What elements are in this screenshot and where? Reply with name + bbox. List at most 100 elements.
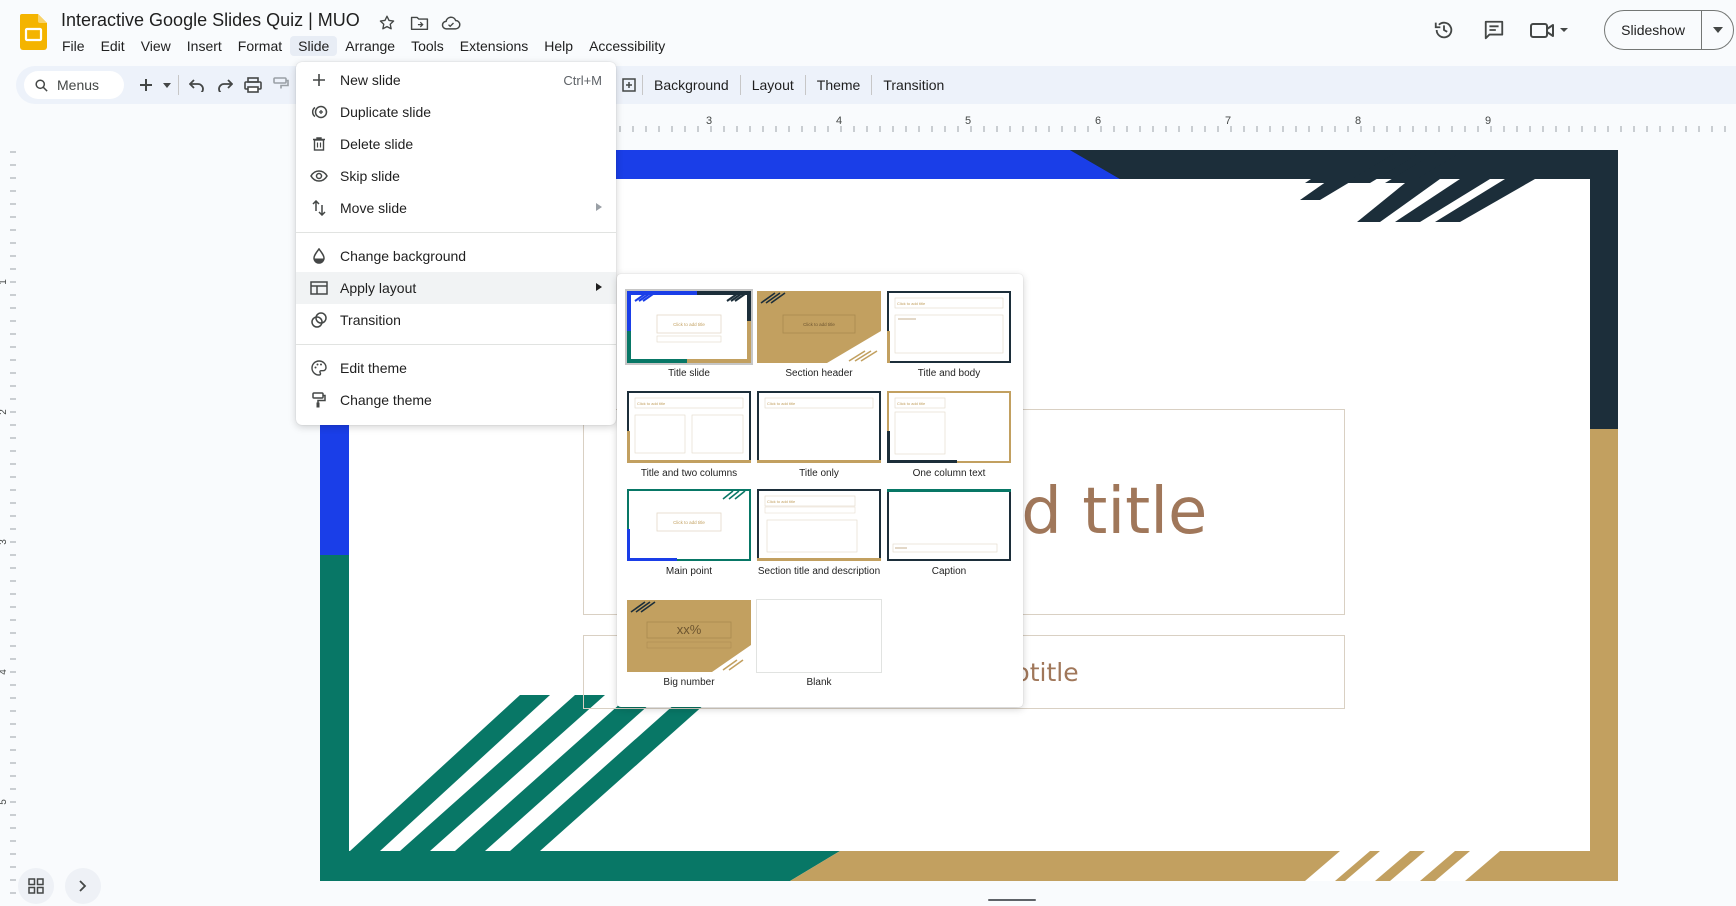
transition-icon (308, 309, 330, 331)
layout-label: Section header (785, 368, 853, 379)
meet-video-icon[interactable] (1524, 10, 1576, 50)
menu-item-change-background[interactable]: Change background (296, 240, 616, 272)
ruler-label: 1 (0, 279, 9, 285)
expand-filmstrip-button[interactable] (65, 868, 101, 904)
menu-extensions[interactable]: Extensions (452, 36, 536, 56)
menu-item-label: Transition (340, 312, 401, 328)
transition-button[interactable]: Transition (872, 77, 955, 93)
thumb-placeholder-text: Click to add title (897, 301, 926, 306)
ruler-label: 2 (0, 409, 9, 415)
version-history-icon[interactable] (1424, 10, 1464, 50)
slides-logo-icon[interactable] (20, 14, 47, 50)
menu-item-skip-slide[interactable]: Skip slide (296, 160, 616, 192)
thumb-placeholder-text: Click to add title (673, 322, 705, 327)
slideshow-button[interactable]: Slideshow (1605, 11, 1701, 49)
layout-title-and-two-columns[interactable]: Click to add title Title and two columns (627, 391, 751, 480)
move-arrows-icon (308, 197, 330, 219)
new-slide-dropdown-icon[interactable] (160, 71, 174, 99)
menu-item-apply-layout[interactable]: Apply layout (296, 272, 616, 304)
search-icon (35, 78, 48, 92)
menu-view[interactable]: View (133, 36, 179, 56)
menu-item-label: Change background (340, 248, 467, 264)
layout-label: Title only (799, 468, 839, 479)
layout-thumbnail: Click to add title (887, 291, 1011, 363)
menu-item-change-theme[interactable]: Change theme (296, 384, 616, 416)
chevron-right-icon (79, 880, 87, 892)
layout-blank[interactable]: Blank (756, 599, 882, 689)
slideshow-button-group: Slideshow (1604, 10, 1734, 50)
menu-item-label: Edit theme (340, 360, 407, 376)
menu-item-label: Move slide (340, 200, 407, 216)
menu-tools[interactable]: Tools (403, 36, 452, 56)
menu-help[interactable]: Help (536, 36, 581, 56)
print-icon[interactable] (239, 71, 267, 99)
document-title[interactable]: Interactive Google Slides Quiz | MUO (61, 10, 360, 31)
layout-section-title-and-description[interactable]: Click to add title Section title and des… (757, 489, 881, 578)
menu-arrange[interactable]: Arrange (337, 36, 403, 56)
toolbar-icons (132, 71, 295, 99)
subtitle-placeholder-text: otitle (1014, 657, 1079, 687)
menu-accessibility[interactable]: Accessibility (581, 36, 673, 56)
redo-icon[interactable] (211, 71, 239, 99)
add-comment-box-icon[interactable] (616, 78, 642, 92)
move-to-folder-icon[interactable] (408, 12, 430, 34)
star-icon[interactable] (376, 12, 398, 34)
paint-format-icon[interactable] (267, 71, 295, 99)
menu-item-label: New slide (340, 72, 401, 88)
new-slide-plus-icon[interactable] (132, 71, 160, 99)
layout-caption[interactable]: Caption (887, 489, 1011, 578)
menu-separator (296, 344, 616, 345)
layout-thumbnail: xx% (627, 600, 751, 672)
menu-insert[interactable]: Insert (179, 36, 230, 56)
layout-big-number[interactable]: xx% Big number (627, 600, 751, 689)
menu-format[interactable]: Format (230, 36, 290, 56)
ruler-label: 5 (0, 799, 9, 805)
search-menus[interactable]: Menus (24, 71, 124, 99)
slide-menu-dropdown: New slide Ctrl+M Duplicate slide Delete … (296, 62, 616, 425)
menu-item-label: Duplicate slide (340, 104, 432, 120)
cloud-saved-icon[interactable] (440, 12, 462, 34)
horizontal-ruler[interactable]: 3 4 5 6 7 8 9 (14, 114, 1736, 132)
layout-section-header[interactable]: Click to add title Section header (757, 291, 881, 380)
shortcut-label: Ctrl+M (563, 72, 602, 88)
menu-edit[interactable]: Edit (93, 36, 133, 56)
menu-item-move-slide[interactable]: Move slide (296, 192, 616, 224)
menu-item-label: Apply layout (340, 280, 417, 296)
menu-file[interactable]: File (54, 36, 93, 56)
menu-separator (296, 232, 616, 233)
menu-slide[interactable]: Slide (290, 36, 338, 56)
menu-item-delete-slide[interactable]: Delete slide (296, 128, 616, 160)
menu-item-new-slide[interactable]: New slide Ctrl+M (296, 64, 616, 96)
layout-title-only[interactable]: Click to add title Title only (757, 391, 881, 480)
layout-thumbnail: Click to add title (757, 391, 881, 463)
grid-view-button[interactable] (18, 868, 54, 904)
thumb-placeholder-text: Click to add title (897, 401, 926, 406)
layout-button[interactable]: Layout (741, 77, 805, 93)
apply-layout-submenu: Click to add title Title slide Click to … (617, 274, 1023, 707)
palette-icon (308, 357, 330, 379)
trash-icon (308, 133, 330, 155)
layout-one-column-text[interactable]: Click to add title One column text (887, 391, 1011, 480)
layout-label: Section title and description (757, 566, 881, 577)
background-button[interactable]: Background (643, 77, 740, 93)
menu-item-edit-theme[interactable]: Edit theme (296, 352, 616, 384)
menu-item-transition[interactable]: Transition (296, 304, 616, 336)
layout-thumbnail: Click to add title (625, 289, 753, 365)
layout-main-point[interactable]: Click to add title Main point (627, 489, 751, 578)
paint-roller-icon (308, 389, 330, 411)
thumb-placeholder-text: Click to add title (767, 401, 796, 406)
slideshow-dropdown[interactable] (1701, 11, 1733, 49)
vertical-ruler[interactable]: 1 2 3 4 5 (0, 132, 16, 906)
layout-thumbnail: Click to add title (627, 391, 751, 463)
undo-icon[interactable] (183, 71, 211, 99)
layout-title-and-body[interactable]: Click to add title Title and body (887, 291, 1011, 380)
layout-label: Title and body (917, 368, 981, 379)
menu-bar: File Edit View Insert Format Slide Arran… (54, 36, 673, 56)
menu-item-duplicate-slide[interactable]: Duplicate slide (296, 96, 616, 128)
theme-button[interactable]: Theme (806, 77, 872, 93)
speaker-notes-drag-handle[interactable] (988, 899, 1036, 901)
layout-title-slide[interactable]: Click to add title Title slide (625, 289, 753, 380)
header: Interactive Google Slides Quiz | MUO Fil… (0, 0, 1736, 64)
fill-drop-icon (308, 245, 330, 267)
comments-icon[interactable] (1474, 10, 1514, 50)
